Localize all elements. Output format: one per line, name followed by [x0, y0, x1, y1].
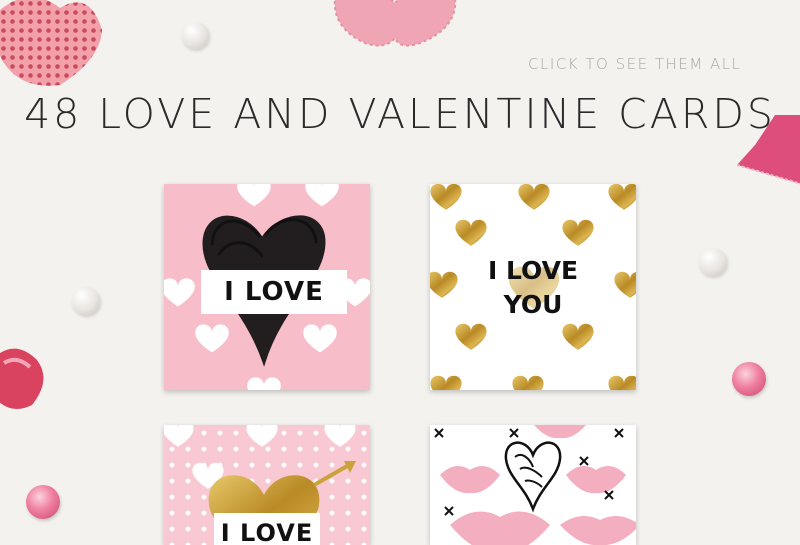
felt-heart-decoration — [333, 0, 457, 47]
scribble-heart-icon — [504, 441, 562, 513]
card-caption: I LOVE — [214, 513, 320, 545]
card-i-love-you-gold[interactable]: I LOVE YOU — [430, 184, 636, 390]
card-lips-heart[interactable] — [430, 425, 636, 545]
page-title: 48 LOVE AND VALENTINE CARDS — [24, 90, 776, 138]
see-all-link[interactable]: CLICK TO SEE THEM ALL — [528, 55, 741, 73]
pearl-decoration — [182, 22, 209, 49]
pink-gem-decoration — [732, 362, 766, 396]
pink-gem-decoration — [26, 485, 60, 519]
card-caption: I LOVE — [201, 270, 347, 314]
lips-pattern — [434, 425, 636, 545]
pearl-decoration — [72, 287, 100, 315]
card-i-love-pink[interactable]: I LOVE — [164, 184, 370, 390]
red-heart-decoration — [0, 348, 44, 409]
gold-heart-pattern — [430, 184, 636, 390]
polka-heart-decoration — [0, 0, 102, 86]
pearl-decoration — [699, 248, 727, 276]
card-i-love-arrow[interactable]: I LOVE — [164, 425, 370, 545]
card-caption-line2: YOU — [503, 290, 563, 319]
card-caption-line1: I LOVE — [487, 256, 579, 285]
